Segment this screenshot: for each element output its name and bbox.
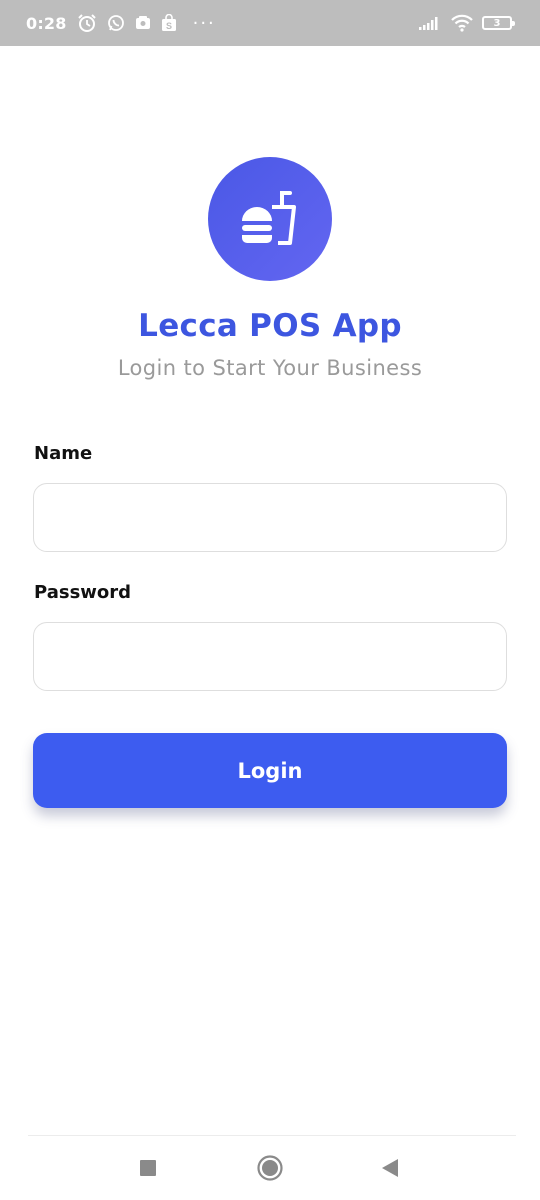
app-title: Lecca POS App: [138, 308, 402, 344]
app-logo: [208, 157, 332, 281]
home-button[interactable]: [250, 1136, 290, 1200]
wifi-icon: [450, 14, 474, 32]
shopping-bag-icon: S: [161, 14, 177, 32]
status-time: 0:28: [26, 13, 67, 33]
password-input[interactable]: [33, 622, 507, 691]
more-notifications-indicator: ···: [192, 12, 216, 34]
name-input[interactable]: [33, 483, 507, 552]
battery-icon: 3: [482, 16, 515, 30]
system-nav-bar: [0, 1136, 540, 1200]
image-icon: [135, 15, 151, 31]
whatsapp-icon: [107, 14, 125, 32]
status-bar: 0:28 S ··· 3: [0, 0, 540, 46]
back-button[interactable]: [370, 1136, 410, 1200]
alarm-icon: [77, 13, 97, 33]
recent-apps-icon: [140, 1160, 156, 1176]
status-right-group: 3: [418, 0, 515, 46]
back-icon: [382, 1159, 398, 1177]
recent-apps-button[interactable]: [128, 1136, 168, 1200]
app-subtitle: Login to Start Your Business: [117, 356, 423, 380]
home-icon: [257, 1155, 283, 1181]
status-left-group: 0:28 S ···: [26, 0, 216, 46]
battery-level: 3: [493, 17, 501, 29]
signal-icon: [418, 15, 442, 31]
name-label: Name: [34, 443, 93, 464]
login-button[interactable]: Login: [33, 733, 507, 808]
burger-drink-icon: [242, 191, 296, 245]
password-label: Password: [34, 582, 132, 603]
svg-text:S: S: [166, 21, 172, 31]
